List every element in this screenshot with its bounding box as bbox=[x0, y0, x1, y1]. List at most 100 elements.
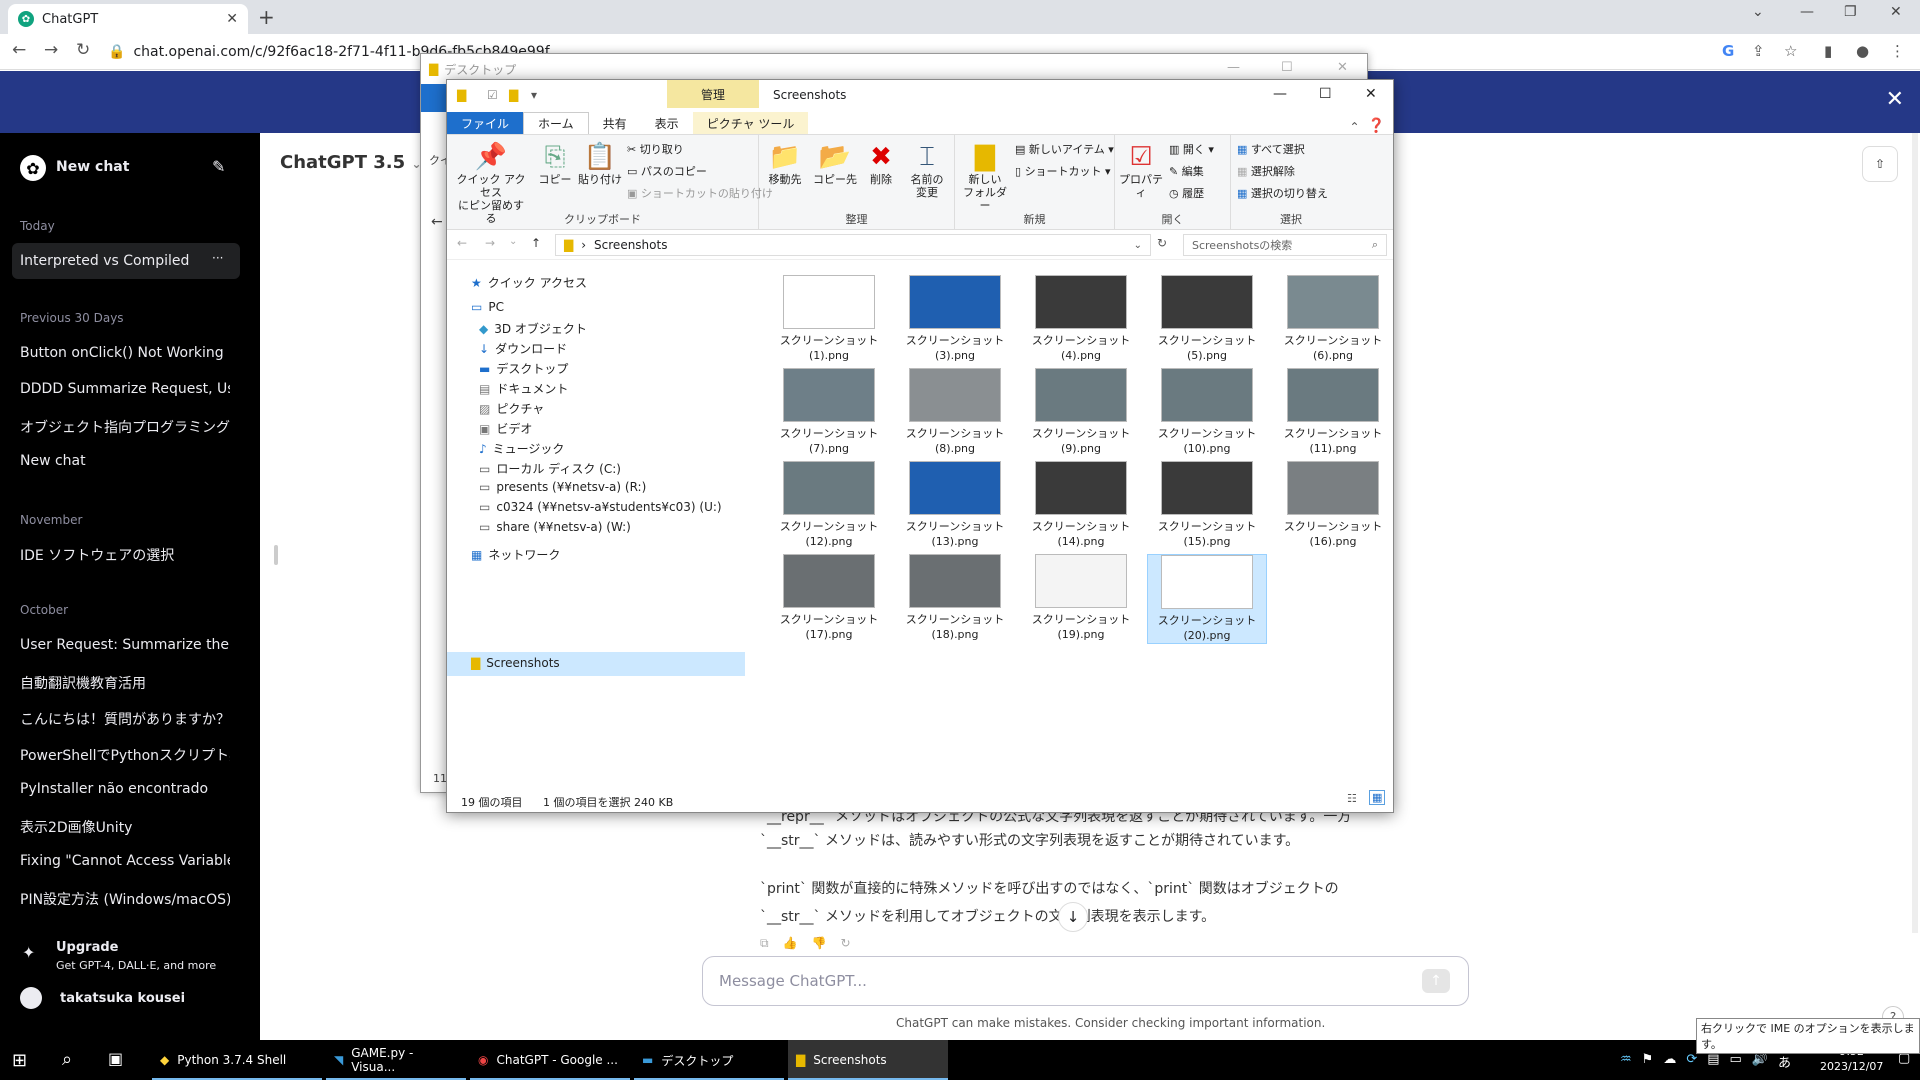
menu-icon[interactable]: ⋮ bbox=[1890, 42, 1905, 60]
chat-item[interactable]: Button onClick() Not Working bbox=[20, 345, 230, 361]
nav-network-drive-w[interactable]: ▭ share (¥¥netsv-a) (W:) bbox=[479, 520, 631, 534]
nav-pc[interactable]: ▭ PC bbox=[471, 300, 504, 314]
tab-share[interactable]: 共有 bbox=[589, 112, 641, 134]
nav-desktop[interactable]: ▬ デスクトップ bbox=[479, 360, 568, 377]
nav-network[interactable]: ▦ ネットワーク bbox=[471, 546, 560, 563]
history-button[interactable]: ◷ 履歴 bbox=[1169, 185, 1204, 201]
chat-item[interactable]: Interpreted vs Compiled bbox=[20, 253, 230, 269]
close-button[interactable]: ✕ bbox=[1365, 86, 1377, 102]
large-icons-view-icon[interactable]: ▦ bbox=[1369, 790, 1386, 805]
browser-tab[interactable]: ✿ ChatGPT ✕ bbox=[8, 4, 248, 34]
chat-item[interactable]: 表示2D画像Unity bbox=[20, 817, 230, 837]
file-item[interactable]: スクリーンショット (14).png bbox=[1021, 461, 1141, 549]
chat-item[interactable]: PIN設定方法 (Windows/macOS) bbox=[20, 889, 230, 909]
close-tab-icon[interactable]: ✕ bbox=[226, 11, 238, 27]
scroll-down-button[interactable]: ↓ bbox=[1058, 902, 1088, 932]
file-item[interactable]: スクリーンショット (12).png bbox=[769, 461, 889, 549]
refresh-icon[interactable]: ↻ bbox=[1157, 236, 1167, 250]
scrollbar[interactable] bbox=[1912, 133, 1918, 933]
ime-indicator[interactable]: あ bbox=[1778, 1052, 1791, 1071]
tray-storage-icon[interactable]: ▤ bbox=[1707, 1052, 1719, 1071]
file-item[interactable]: スクリーンショット (20).png bbox=[1147, 554, 1267, 644]
copy-icon[interactable]: ⧉ bbox=[760, 936, 769, 951]
copy-button[interactable]: ⎘ コピー bbox=[535, 141, 575, 186]
properties-button[interactable]: ☑ プロパティ bbox=[1117, 141, 1165, 199]
tab-search-icon[interactable]: ⌄ bbox=[1752, 4, 1764, 20]
message-input[interactable]: Message ChatGPT... ↑ bbox=[702, 956, 1469, 1006]
select-none-button[interactable]: ▦ 選択解除 bbox=[1237, 163, 1295, 179]
new-chat-button[interactable]: New chat bbox=[56, 159, 266, 175]
banner-close-icon[interactable]: ✕ bbox=[1886, 87, 1904, 112]
tray-display-icon[interactable]: ▭ bbox=[1730, 1052, 1742, 1071]
nav-screenshots[interactable]: ▇ Screenshots bbox=[471, 656, 560, 670]
back-minimize-button[interactable]: — bbox=[1227, 60, 1240, 75]
file-item[interactable]: スクリーンショット (4).png bbox=[1021, 275, 1141, 363]
file-item[interactable]: スクリーンショット (5).png bbox=[1147, 275, 1267, 363]
tab-view[interactable]: 表示 bbox=[641, 112, 693, 134]
search-icon[interactable]: ⌕ bbox=[62, 1049, 72, 1070]
minimize-button[interactable]: — bbox=[1800, 4, 1814, 20]
nav-up-icon[interactable]: ↑ bbox=[531, 236, 541, 250]
file-item[interactable]: スクリーンショット (17).png bbox=[769, 554, 889, 642]
chat-item[interactable]: こんにちは！質問がありますか？ bbox=[20, 709, 230, 729]
shortcut-button[interactable]: ▯ ショートカット ▾ bbox=[1015, 163, 1111, 179]
qat-properties-icon[interactable]: ☑ bbox=[487, 88, 498, 102]
chat-item[interactable]: PowerShellでPythonスクリプト実行 bbox=[20, 745, 230, 765]
tray-network-icon[interactable]: ☁ bbox=[1663, 1052, 1676, 1071]
new-folder-button[interactable]: ▇ 新しい フォルダー bbox=[959, 141, 1011, 212]
nav-videos[interactable]: ▣ ビデオ bbox=[479, 420, 532, 437]
file-item[interactable]: スクリーンショット (16).png bbox=[1273, 461, 1393, 549]
sidebar-collapse-handle[interactable] bbox=[274, 545, 278, 565]
chat-item[interactable]: User Request: Summarize the abo bbox=[20, 637, 230, 653]
file-item[interactable]: スクリーンショット (6).png bbox=[1273, 275, 1393, 363]
file-item[interactable]: スクリーンショット (7).png bbox=[769, 368, 889, 456]
taskbar-vscode[interactable]: ◥ GAME.py - Visua... bbox=[326, 1040, 466, 1080]
address-box[interactable]: ▇ › Screenshots ⌄ bbox=[555, 234, 1151, 256]
send-button[interactable]: ↑ bbox=[1422, 969, 1450, 993]
tray-volume-icon[interactable]: 🔊 bbox=[1752, 1052, 1768, 1071]
thumbs-down-icon[interactable]: 👎 bbox=[812, 936, 827, 951]
back-icon[interactable]: ← bbox=[12, 40, 26, 60]
nav-quick-access[interactable]: ★ クイック アクセス bbox=[471, 274, 587, 291]
nav-documents[interactable]: ▤ ドキュメント bbox=[479, 380, 568, 397]
share-icon[interactable]: ⇪ bbox=[1752, 42, 1765, 60]
nav-recent-icon[interactable]: ⌄ bbox=[509, 236, 517, 247]
file-item[interactable]: スクリーンショット (9).png bbox=[1021, 368, 1141, 456]
chat-item[interactable]: PyInstaller não encontrado bbox=[20, 781, 230, 797]
nav-back-icon[interactable]: ← bbox=[457, 236, 467, 250]
file-item[interactable]: スクリーンショット (1).png bbox=[769, 275, 889, 363]
address-dropdown-icon[interactable]: ⌄ bbox=[1134, 240, 1142, 251]
chat-options-icon[interactable]: ··· bbox=[212, 251, 223, 265]
manage-context-tab[interactable]: 管理 bbox=[667, 80, 759, 108]
share-chat-button[interactable]: ⇧ bbox=[1862, 146, 1898, 182]
chat-item[interactable]: DDDD Summarize Request, User bbox=[20, 381, 230, 397]
rename-button[interactable]: ⌶ 名前の 変更 bbox=[903, 141, 951, 199]
nav-downloads[interactable]: ↓ ダウンロード bbox=[479, 340, 567, 357]
taskbar-chrome[interactable]: ◉ ChatGPT - Google ... bbox=[470, 1040, 630, 1080]
tab-picture-tools[interactable]: ピクチャ ツール bbox=[692, 112, 809, 134]
new-item-button[interactable]: ▤ 新しいアイテム ▾ bbox=[1015, 141, 1114, 157]
nav-network-drive-u[interactable]: ▭ c0324 (¥¥netsv-a¥students¥c03) (U:) bbox=[479, 500, 722, 514]
profile-avatar-icon[interactable]: ● bbox=[1856, 42, 1869, 60]
invert-selection-button[interactable]: ▦ 選択の切り替え bbox=[1237, 185, 1328, 201]
copy-path-button[interactable]: ▭ パスのコピー bbox=[627, 163, 707, 179]
paste-shortcut-button[interactable]: ▣ ショートカットの貼り付け bbox=[627, 185, 773, 201]
windows-start-icon[interactable]: ⊞ bbox=[12, 1050, 27, 1071]
reload-icon[interactable]: ↻ bbox=[76, 40, 90, 60]
back-maximize-button[interactable]: ☐ bbox=[1281, 60, 1293, 75]
ribbon-collapse-icon[interactable]: ⌃ bbox=[1342, 120, 1368, 134]
nav-pictures[interactable]: ▨ ピクチャ bbox=[479, 400, 544, 417]
qat-new-folder-icon[interactable]: ▇ bbox=[509, 88, 518, 102]
chat-item[interactable]: オブジェクト指向プログラミング概要 bbox=[20, 417, 230, 437]
edit-button[interactable]: ✎ 編集 bbox=[1169, 163, 1204, 179]
file-item[interactable]: スクリーンショット (8).png bbox=[895, 368, 1015, 456]
tray-audio-icon[interactable]: ♒ bbox=[1620, 1052, 1632, 1071]
tab-home[interactable]: ホーム bbox=[523, 112, 589, 134]
file-item[interactable]: スクリーンショット (10).png bbox=[1147, 368, 1267, 456]
new-tab-button[interactable]: + bbox=[258, 5, 275, 29]
nav-local-disk[interactable]: ▭ ローカル ディスク (C:) bbox=[479, 460, 621, 477]
select-all-button[interactable]: ▦ すべて選択 bbox=[1237, 141, 1305, 157]
back-back-arrow-icon[interactable]: ← bbox=[431, 214, 443, 230]
regenerate-icon[interactable]: ↻ bbox=[840, 936, 850, 951]
taskbar-python-shell[interactable]: ◆ Python 3.7.4 Shell bbox=[152, 1040, 322, 1080]
